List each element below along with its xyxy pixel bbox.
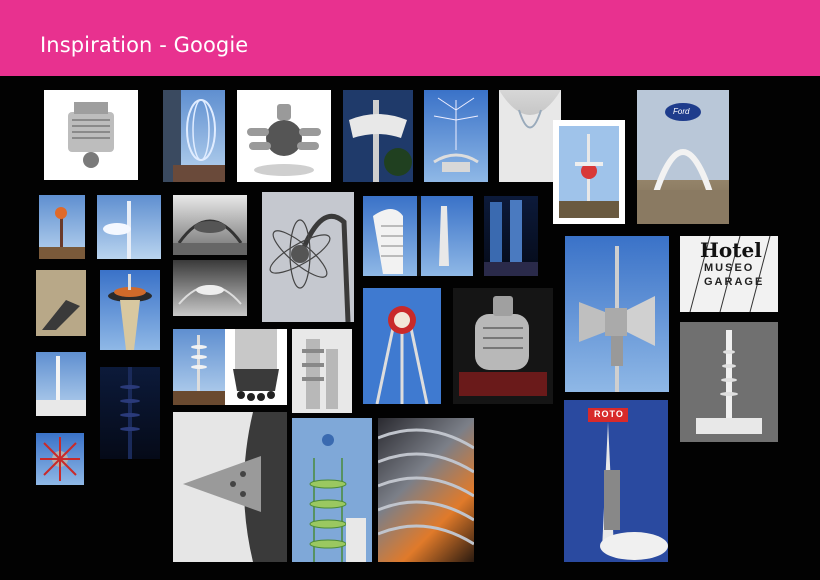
tile-star-sign [39, 195, 85, 259]
tile-star-object [36, 433, 84, 485]
page-title: Inspiration - Googie [40, 33, 249, 57]
night-spire-illustration [120, 367, 140, 459]
tile-tiered-tower [292, 329, 352, 413]
tile-loop-tower [163, 90, 225, 182]
sign-tower-illustration [564, 400, 668, 562]
spire-tower-illustration [103, 201, 131, 259]
theme-building-night-illustration [178, 285, 242, 305]
tile-hotel-sign: Hotel MUSEO GARAGE [680, 236, 778, 312]
tile-spire-tower [97, 195, 161, 259]
tile-sign-tower: ROTO [564, 400, 668, 562]
metal-waves-illustration [378, 428, 474, 546]
tile-vintage-mixer [453, 288, 553, 404]
tile-sign-columns [363, 196, 473, 276]
moodboard-canvas: Ford Hotel MUSEO GARAGE ROTO [0, 76, 820, 580]
tile-streamline-tower [680, 322, 778, 442]
streamline-tower-illustration [680, 322, 778, 442]
roadside-sign-illustration [343, 90, 413, 182]
space-needle-illustration [108, 274, 152, 350]
tile-model-engine [44, 90, 138, 180]
hotel-sign-garage: GARAGE [704, 276, 765, 288]
star-sign-illustration [39, 207, 85, 259]
hotel-sign-title: Hotel [700, 238, 762, 262]
ford-label: Ford [673, 107, 690, 116]
white-spire-illustration [36, 356, 86, 416]
night-towers-illustration [484, 200, 538, 276]
arched-interior-illustration [499, 90, 561, 182]
tile-interior-sculpture [36, 270, 86, 336]
metal-cone-illustration [173, 412, 287, 562]
vintage-mixer-illustration [453, 288, 553, 404]
dish-towers-illustration [173, 335, 225, 405]
tile-ring-tower [292, 418, 372, 562]
ring-tower-illustration [292, 418, 372, 562]
tile-atomic-antenna [424, 90, 488, 182]
atomic-antenna-illustration [433, 97, 479, 172]
tile-pole-sign [363, 288, 441, 404]
sign-columns-illustration [373, 196, 449, 276]
tile-chrome-engine [237, 90, 331, 182]
theme-building-illustration [173, 219, 247, 255]
sputnik-lamp-illustration [262, 192, 354, 322]
chrome-engine-illustration [247, 104, 321, 176]
tile-sputnik-lamp [262, 192, 354, 322]
tile-dish-towers [173, 329, 225, 405]
pole-sign-illustration [363, 288, 441, 404]
sign-tower-label: ROTO [594, 409, 624, 419]
tile-arched-interior [499, 90, 561, 182]
loop-tower-illustration [163, 90, 225, 182]
tile-ford-arch: Ford [637, 90, 729, 224]
tile-theme-building [173, 195, 247, 255]
star-object-illustration [40, 437, 80, 481]
tile-rocket-engine [225, 329, 287, 405]
space-tower-illustration [559, 126, 619, 218]
siren-tower-illustration [579, 246, 655, 392]
tile-theme-building-night [173, 260, 247, 316]
tile-space-needle [100, 270, 160, 350]
header-bar: Inspiration - Googie [0, 0, 820, 76]
engine-illustration [68, 102, 114, 168]
tiered-tower-illustration [292, 329, 352, 413]
tile-white-spire [36, 352, 86, 416]
tile-night-spire [100, 367, 160, 459]
interior-sculpture-illustration [36, 270, 86, 336]
rocket-engine-illustration [233, 329, 279, 401]
tile-roadside-sign [343, 90, 413, 182]
tile-metal-cone [173, 412, 287, 562]
tile-siren-tower [565, 236, 669, 392]
hotel-sign-museo: MUSEO [704, 262, 755, 274]
tile-night-towers [484, 196, 538, 276]
tile-metal-waves [378, 418, 474, 562]
tile-space-tower [553, 120, 625, 224]
